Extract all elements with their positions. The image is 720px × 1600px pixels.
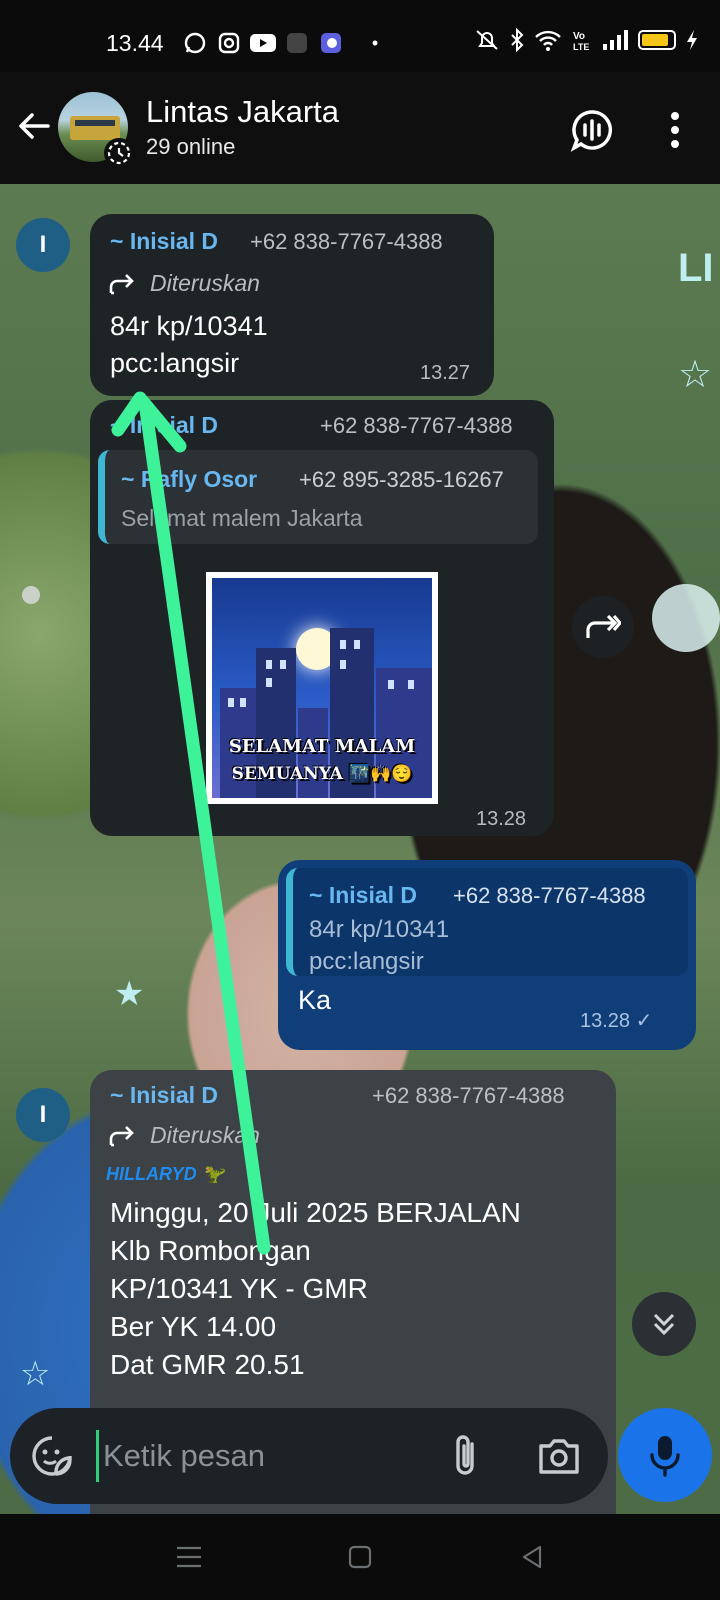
quoted-text: Selamat malem Jakarta — [121, 505, 363, 531]
train-image — [70, 116, 120, 140]
system-navigation-bar — [0, 1514, 720, 1600]
svg-text:LTE: LTE — [573, 42, 589, 52]
chat-header: Lintas Jakarta 29 online — [0, 72, 720, 184]
quoted-message[interactable]: ~ Inisial D +62 838-7767-4388 84r kp/103… — [286, 868, 688, 976]
more-vert-icon — [671, 112, 679, 148]
forward-icon — [109, 273, 134, 294]
menu-lines-icon — [177, 1546, 201, 1568]
back-button[interactable] — [14, 106, 54, 146]
sticker-caption-line-2: SEMUANYA 🌃🙌😌 — [231, 764, 413, 784]
online-count: 29 online — [146, 134, 236, 159]
sender-phone: +62 838-7767-4388 — [372, 1083, 565, 1108]
message-time: 13.28 ✓ — [580, 1010, 653, 1032]
sender-phone: +62 838-7767-4388 — [320, 413, 513, 438]
sender-name[interactable]: ~ Inisial D — [110, 228, 218, 255]
youtube-icon — [250, 30, 276, 56]
sender-name[interactable]: ~ Inisial D — [110, 1082, 218, 1109]
mute-icon — [476, 30, 498, 50]
more-options-button[interactable] — [660, 108, 690, 152]
sticker-caption-line-1: SELAMAT MALAM — [228, 736, 416, 757]
forwarded-text: Diteruskan — [150, 1122, 260, 1148]
night-city-image: SELAMAT MALAM SEMUANYA 🌃🙌😌 — [212, 578, 432, 798]
sticker-image[interactable]: SELAMAT MALAM SEMUANYA 🌃🙌😌 — [206, 572, 438, 804]
back-nav-button[interactable] — [518, 1542, 548, 1572]
forward-button[interactable] — [572, 596, 634, 658]
quoted-sender: ~ Inisial D — [309, 882, 418, 908]
whatsapp-icon — [182, 30, 208, 56]
forwarded-text: Diteruskan — [150, 270, 260, 296]
charging-icon — [687, 30, 697, 50]
attach-button[interactable] — [446, 1432, 486, 1480]
scroll-to-bottom-button[interactable] — [632, 1292, 696, 1356]
sender-name[interactable]: ~ Inisial D — [110, 412, 218, 439]
forward-icon — [109, 1125, 134, 1146]
message-text: Minggu, 20 Juli 2025 BERJALAN Klb Rombon… — [110, 1197, 521, 1380]
message-time: 13.27 — [420, 362, 471, 384]
voice-chat-icon — [570, 110, 613, 152]
microphone-icon — [650, 1436, 680, 1477]
home-button[interactable] — [345, 1542, 375, 1572]
background-dot — [22, 586, 40, 604]
camera-button[interactable] — [536, 1434, 582, 1478]
message-input[interactable] — [96, 1430, 426, 1482]
quoted-phone: +62 838-7767-4388 — [453, 883, 646, 908]
brand-tag: HILLARYD 🦖 — [106, 1164, 225, 1184]
quoted-sender: ~ Rafly Osor — [121, 466, 258, 492]
status-time: 13.44 — [106, 30, 164, 56]
status-bar: 13.44 • Vo LTE — [0, 0, 720, 72]
arrow-left-icon — [19, 113, 50, 139]
wifi-icon — [535, 30, 561, 51]
chat-title[interactable]: Lintas Jakarta — [146, 94, 339, 130]
quoted-phone: +62 895-3285-16267 — [299, 467, 504, 492]
square-icon — [348, 1545, 372, 1569]
system-icons: Vo LTE — [474, 28, 698, 52]
quoted-text: 84r kp/10341 pcc:langsir — [309, 916, 450, 975]
bluetooth-icon — [511, 28, 524, 52]
disappearing-timer-icon — [104, 138, 134, 168]
svg-text:Vo: Vo — [573, 31, 585, 42]
paperclip-icon — [456, 1435, 474, 1475]
recents-button[interactable] — [174, 1542, 204, 1572]
quoted-message[interactable]: ~ Rafly Osor +62 895-3285-16267 Selamat … — [98, 450, 538, 544]
message-text: 84r kp/10341 pcc:langsir — [110, 311, 268, 378]
dot-icon: • — [371, 32, 379, 53]
volte-icon: VoLTE — [573, 31, 589, 52]
notification-icons: • — [182, 30, 388, 56]
forwarded-label: Diteruskan — [108, 1122, 260, 1149]
sticker-button[interactable] — [30, 1434, 74, 1478]
star-icon: ☆ — [20, 1355, 51, 1393]
outgoing-message-bubble[interactable]: ~ Inisial D +62 838-7767-4388 84r kp/103… — [278, 860, 696, 1050]
background-text: LI — [678, 246, 714, 290]
voice-record-button[interactable] — [618, 1408, 712, 1502]
chat-area[interactable]: LI ☆ ★ ☆ I ~ Inisial D +62 838-7767-4388… — [0, 184, 720, 1514]
message-text: Ka — [298, 985, 332, 1015]
app-icon — [284, 30, 310, 56]
sticker-smile-icon — [32, 1436, 72, 1476]
star-icon: ★ — [114, 975, 145, 1013]
sender-avatar[interactable]: I — [16, 1088, 70, 1142]
battery-icon — [638, 30, 676, 50]
voice-chat-button[interactable] — [570, 108, 614, 152]
star-icon: ☆ — [678, 354, 713, 396]
message-time: 13.28 — [476, 808, 527, 830]
instagram-icon — [216, 30, 242, 56]
cloud-sticker-decoration — [652, 584, 720, 652]
forward-icon — [586, 614, 621, 638]
triangle-back-icon — [522, 1545, 542, 1569]
sender-phone: +62 838-7767-4388 — [250, 229, 443, 254]
camera-icon — [539, 1439, 579, 1474]
composer — [10, 1408, 608, 1504]
signal-icon — [603, 30, 628, 50]
double-chevron-down-icon — [653, 1313, 675, 1336]
app-icon — [318, 30, 344, 56]
sender-avatar[interactable]: I — [16, 218, 70, 272]
message-bubble[interactable]: ~ Inisial D +62 838-7767-4388 Diteruskan… — [90, 214, 494, 396]
forwarded-label: Diteruskan — [108, 270, 260, 297]
